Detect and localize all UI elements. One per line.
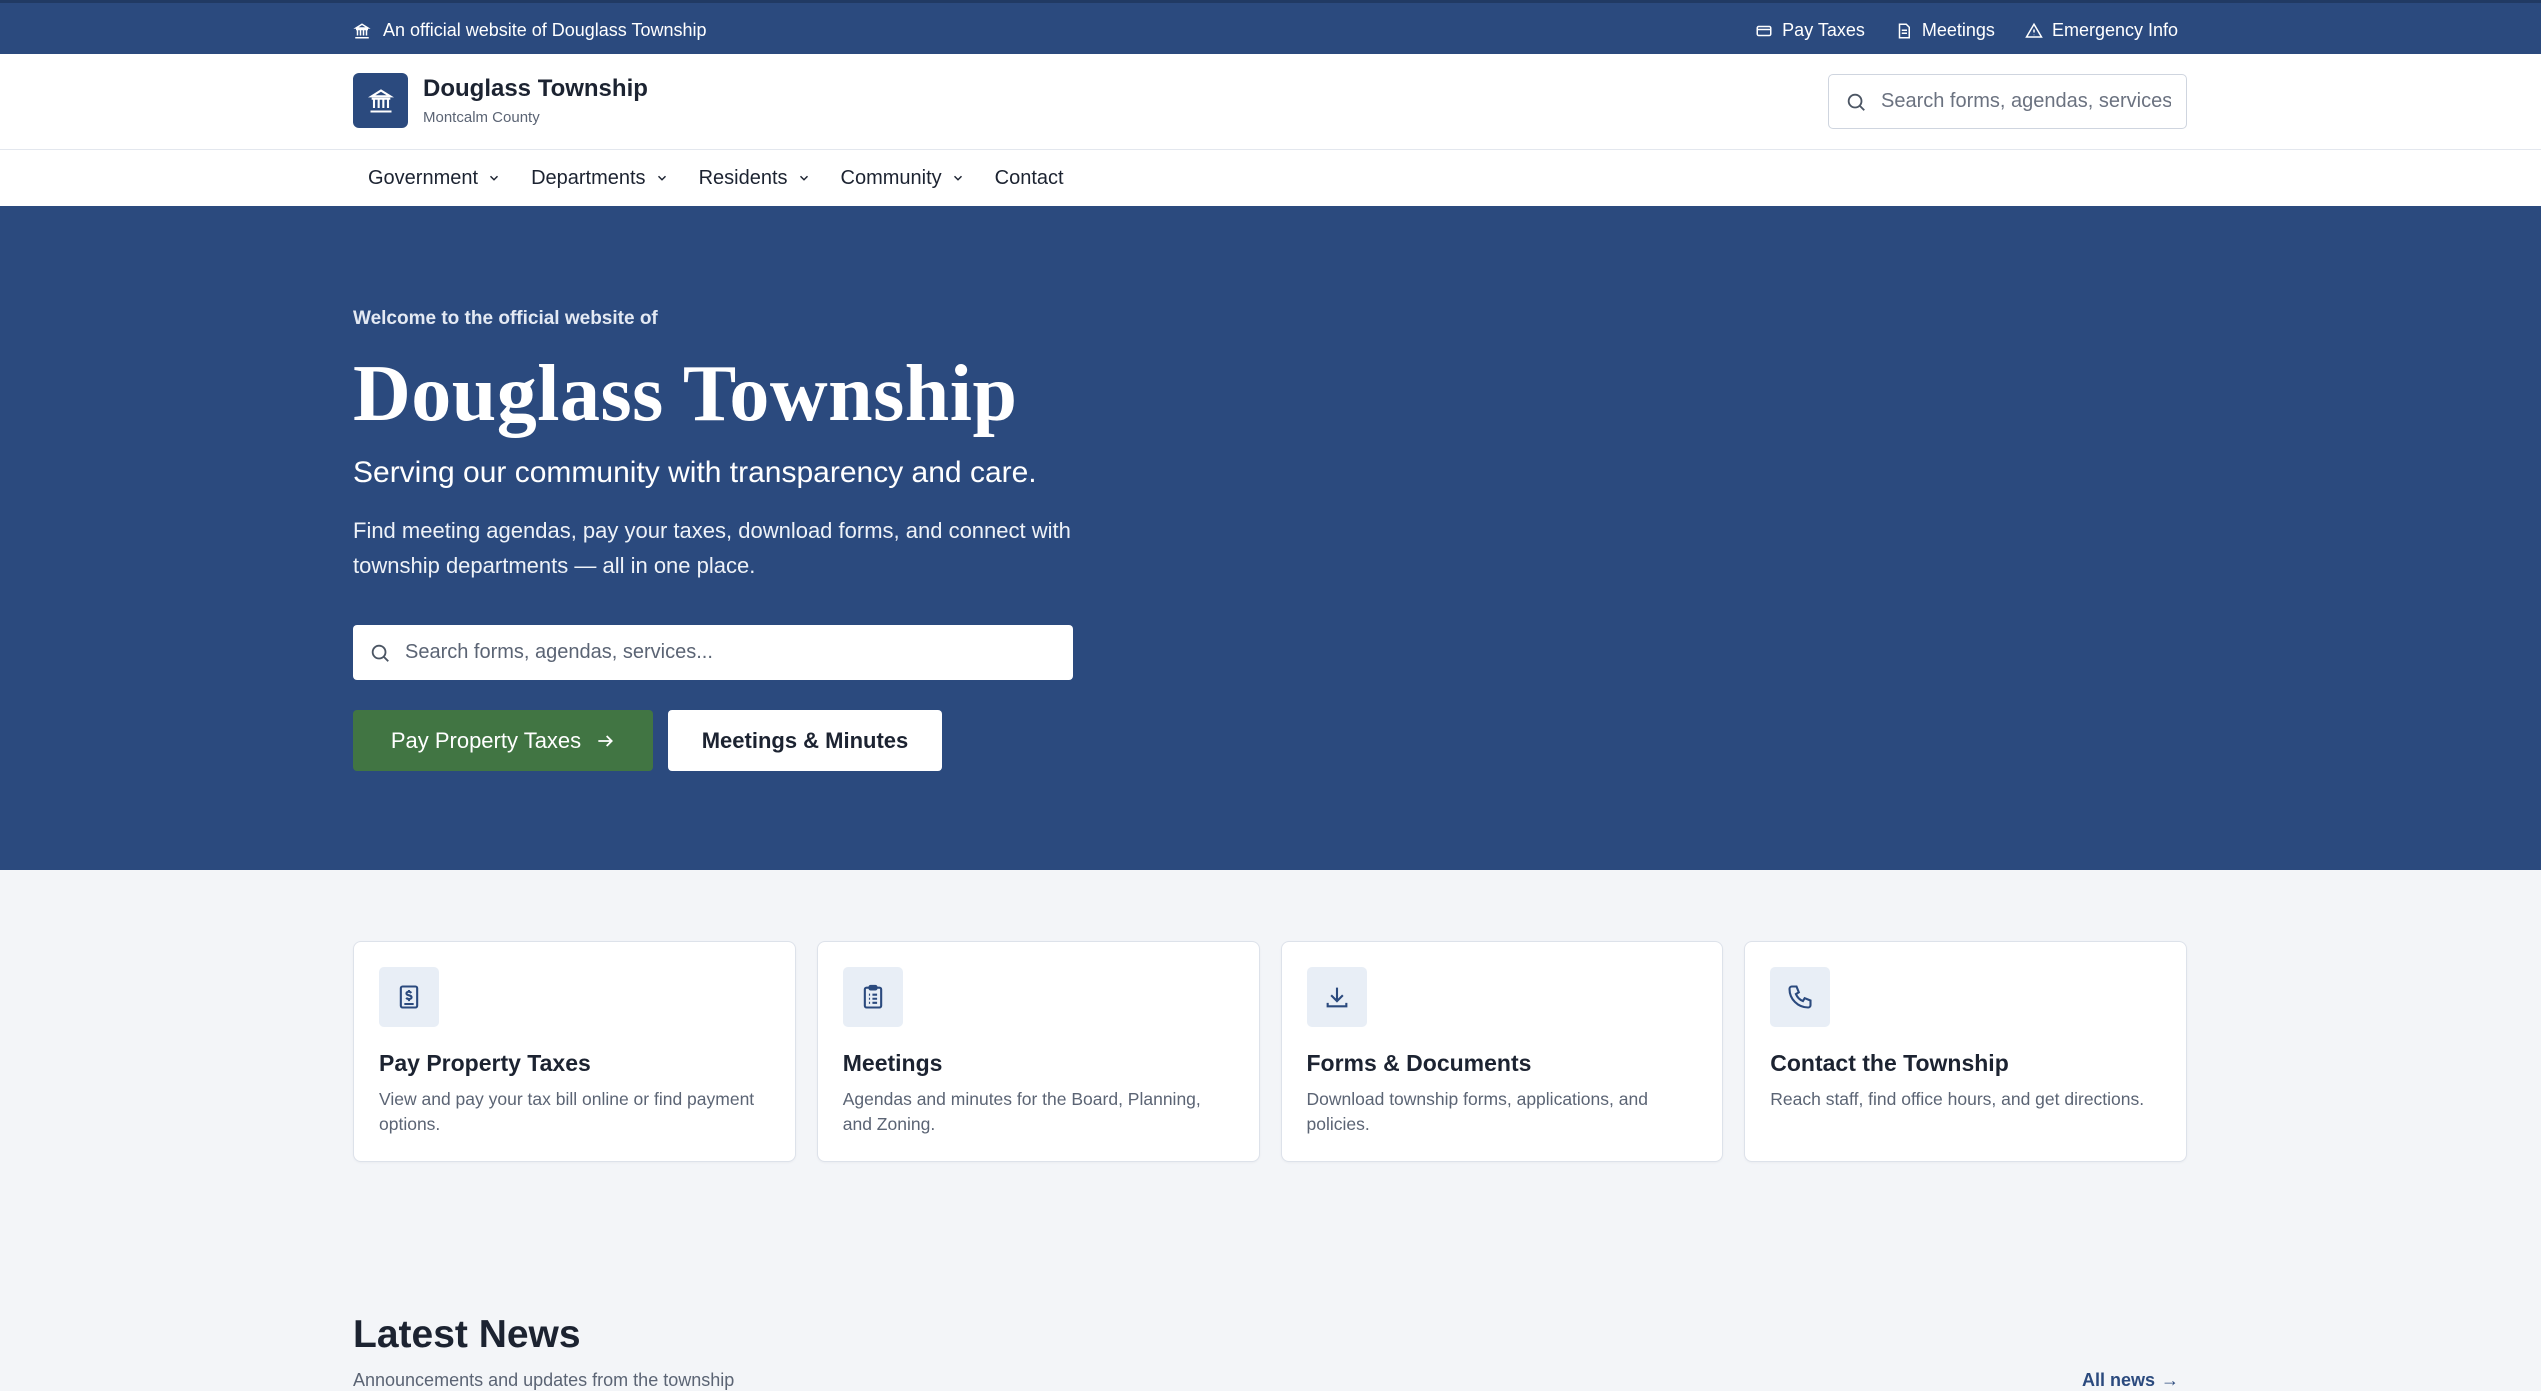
utility-link-meetings[interactable]: Meetings: [1895, 20, 1995, 41]
hero-search[interactable]: [353, 625, 1073, 680]
button-label: Pay Property Taxes: [390, 727, 582, 753]
card-description: Download township forms, applications, a…: [1306, 1089, 1648, 1134]
phone-icon: [1770, 967, 1831, 1027]
nav-item-label: Residents: [698, 166, 788, 189]
all-news-link[interactable]: All news →: [2082, 1370, 2179, 1391]
card-meetings[interactable]: Meetings Agendas and minutes for the Boa…: [816, 941, 1260, 1162]
button-label: Meetings & Minutes: [701, 727, 909, 753]
main-nav: Government Departments Residents Communi…: [0, 150, 2541, 206]
chevron-down-icon: [797, 171, 811, 185]
official-notice: An official website of Douglass Township: [353, 20, 707, 41]
site-name: Douglass Township: [423, 75, 648, 102]
nav-item-residents[interactable]: Residents: [684, 167, 826, 190]
quick-links: Pay Property Taxes View and pay your tax…: [353, 941, 2187, 1162]
hero-search-input[interactable]: [405, 641, 1055, 664]
nav-item-government[interactable]: Government: [353, 167, 516, 190]
building-icon: [353, 22, 371, 40]
card-description: Agendas and minutes for the Board, Plann…: [842, 1089, 1201, 1134]
nav-item-contact[interactable]: Contact: [980, 167, 1079, 190]
card-title: Forms & Documents: [1306, 1050, 1532, 1076]
card-description: View and pay your tax bill online or fin…: [379, 1089, 755, 1134]
chevron-down-icon: [951, 171, 965, 185]
card-pay-property-taxes[interactable]: Pay Property Taxes View and pay your tax…: [353, 941, 796, 1162]
utility-link-label: Pay Taxes: [1782, 20, 1865, 40]
meetings-minutes-button[interactable]: Meetings & Minutes: [668, 710, 942, 771]
warning-icon: [2025, 22, 2043, 40]
clipboard-icon: [842, 967, 903, 1027]
hero-tagline: Serving our community with transparency …: [353, 456, 1037, 489]
card-icon: [1755, 22, 1773, 40]
document-icon: [1895, 22, 1913, 40]
utility-link-emergency[interactable]: Emergency Info: [2025, 20, 2178, 41]
chevron-down-icon: [487, 171, 501, 185]
utility-bar: An official website of Douglass Township…: [0, 0, 2541, 54]
nav-item-departments[interactable]: Departments: [516, 167, 684, 190]
arrow-right-icon: →: [2161, 1370, 2180, 1390]
nav-item-community[interactable]: Community: [826, 167, 980, 190]
hero-title: Douglass Township: [353, 350, 1018, 438]
news-heading: Latest News: [353, 1313, 581, 1356]
hero-description: Find meeting agendas, pay your taxes, do…: [353, 518, 1071, 578]
nav-item-label: Departments: [531, 166, 646, 189]
header-search-input[interactable]: [1881, 90, 2171, 113]
brand[interactable]: Douglass Township Montcalm County: [353, 73, 648, 128]
search-icon: [1845, 91, 1867, 113]
all-news-label: All news: [2082, 1370, 2156, 1390]
card-contact-township[interactable]: Contact the Township Reach staff, find o…: [1744, 941, 2187, 1162]
nav-item-label: Community: [840, 166, 942, 189]
card-title: Pay Property Taxes: [379, 1050, 591, 1076]
hero-section: Welcome to the official website of Dougl…: [0, 206, 2541, 870]
arrow-right-icon: [595, 731, 615, 751]
utility-link-label: Emergency Info: [2051, 20, 2178, 40]
county-name: Montcalm County: [423, 109, 540, 126]
card-forms-documents[interactable]: Forms & Documents Download township form…: [1280, 941, 1724, 1162]
chevron-down-icon: [655, 171, 669, 185]
search-icon: [369, 642, 391, 664]
card-title: Contact the Township: [1770, 1050, 2009, 1076]
header-search[interactable]: [1828, 74, 2187, 129]
official-text: An official website of Douglass Township: [383, 20, 707, 40]
dollar-document-icon: [379, 967, 439, 1027]
card-description: Reach staff, find office hours, and get …: [1770, 1089, 2145, 1109]
site-header: Douglass Township Montcalm County: [0, 54, 2541, 150]
township-logo: [353, 73, 408, 128]
download-icon: [1306, 967, 1367, 1027]
utility-link-label: Meetings: [1921, 20, 1995, 40]
news-subtitle: Announcements and updates from the towns…: [353, 1370, 735, 1390]
nav-item-label: Government: [368, 166, 479, 189]
hero-eyebrow: Welcome to the official website of: [353, 308, 658, 329]
utility-link-pay-taxes[interactable]: Pay Taxes: [1755, 20, 1865, 41]
pay-property-taxes-button[interactable]: Pay Property Taxes: [353, 710, 653, 771]
nav-item-label: Contact: [994, 166, 1064, 189]
card-title: Meetings: [842, 1050, 943, 1076]
